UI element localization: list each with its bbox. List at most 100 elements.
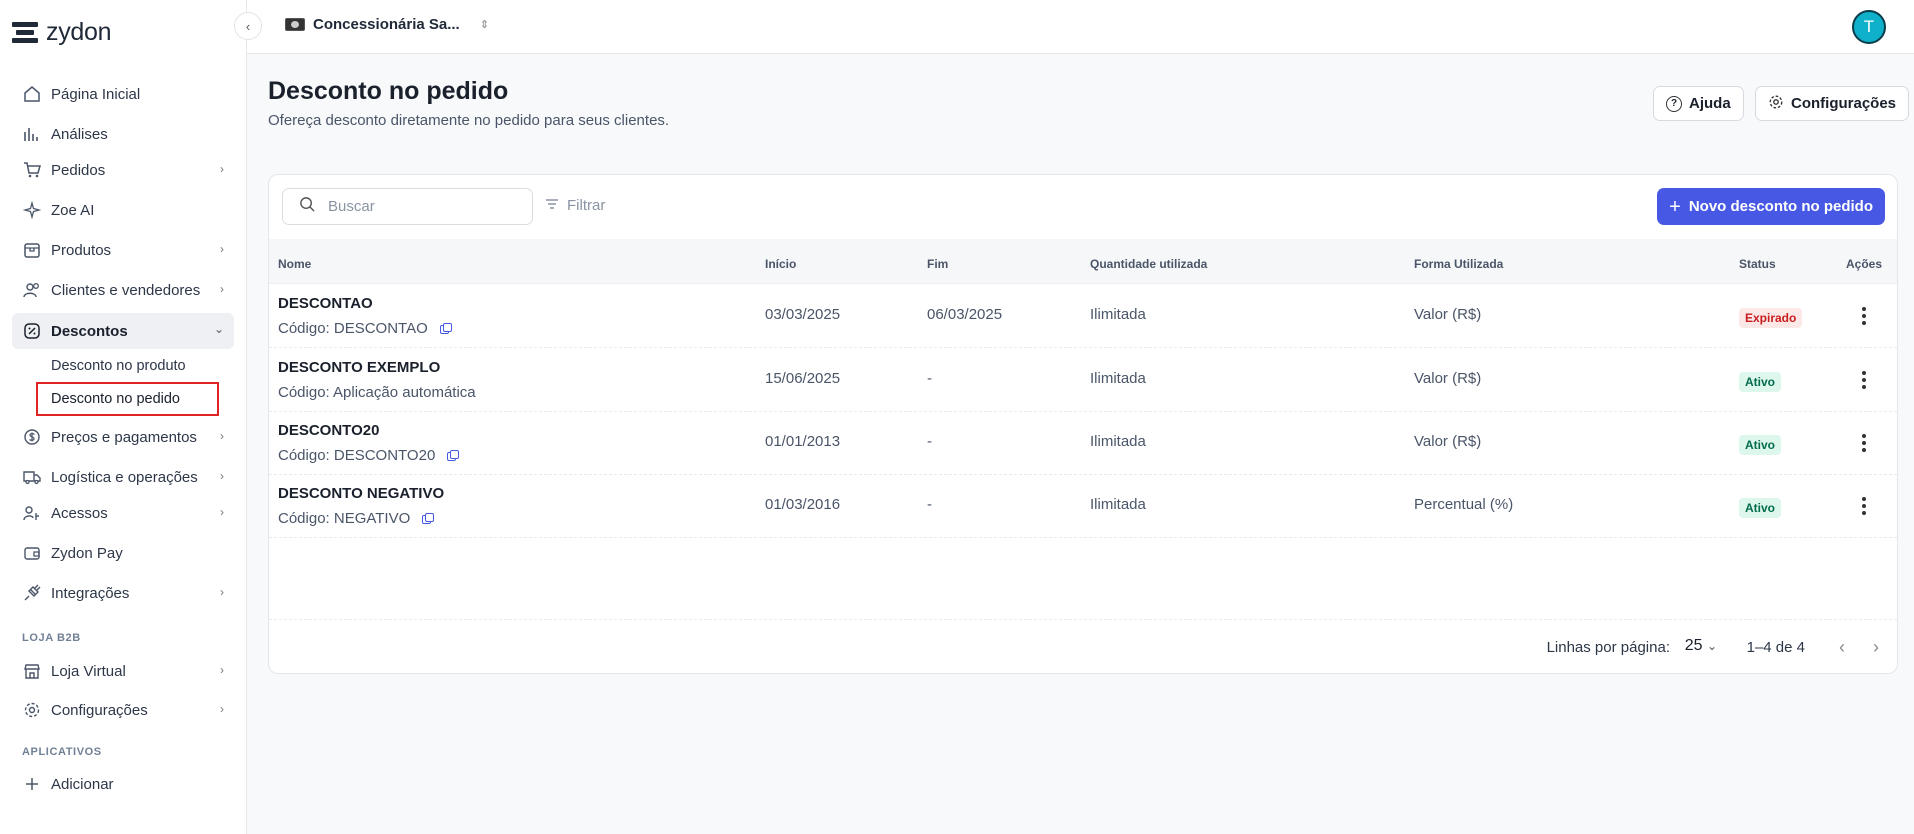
box-icon xyxy=(22,240,42,260)
discount-name: DESCONTO EXEMPLO xyxy=(278,359,441,376)
start-date: 01/01/2013 xyxy=(765,433,841,450)
sidebar-subitem-desconto-produto[interactable]: Desconto no produto xyxy=(51,358,186,374)
column-header-status[interactable]: Status xyxy=(1739,257,1776,271)
chevron-right-icon: › xyxy=(220,663,224,677)
column-header-quantidade[interactable]: Quantidade utilizada xyxy=(1090,257,1207,271)
sidebar-item-integracoes[interactable]: Integrações › xyxy=(12,576,234,610)
topbar: Concessionária Sa... ⇕ T xyxy=(247,0,1914,54)
sidebar-item-label: Integrações xyxy=(51,584,130,602)
table-row[interactable]: DESCONTO20 Código: DESCONTO20 01/01/2013… xyxy=(269,412,1897,475)
money-icon xyxy=(22,427,42,447)
chart-bars-icon xyxy=(22,124,42,144)
end-date: 06/03/2025 xyxy=(927,306,1003,323)
discount-code: Código: DESCONTO20 xyxy=(278,447,460,464)
search-icon xyxy=(299,196,316,218)
sidebar-item-label: Acessos xyxy=(51,504,108,522)
brand-name: zydon xyxy=(46,18,112,46)
copy-icon[interactable] xyxy=(447,450,460,461)
sidebar: zydon Página Inicial Análises Pedidos › … xyxy=(0,0,247,834)
discount-code: Código: NEGATIVO xyxy=(278,510,435,527)
column-header-fim[interactable]: Fim xyxy=(927,257,948,271)
table-row[interactable]: DESCONTO EXEMPLO Código: Aplicação autom… xyxy=(269,349,1897,412)
discount-icon xyxy=(22,321,42,341)
search-input[interactable] xyxy=(328,198,508,215)
prev-page-icon[interactable]: ‹ xyxy=(1839,637,1845,658)
form-used: Percentual (%) xyxy=(1414,496,1514,513)
discount-code: Código: DESCONTAO xyxy=(278,320,452,337)
search-box[interactable] xyxy=(282,188,533,225)
collapse-sidebar-button[interactable]: ‹ xyxy=(234,12,262,40)
users-icon xyxy=(22,280,42,300)
help-button[interactable]: ? Ajuda xyxy=(1653,86,1744,121)
chevron-right-icon: › xyxy=(220,469,224,483)
store-selector[interactable]: Concessionária Sa... ⇕ xyxy=(285,16,489,33)
section-label-aplicativos: APLICATIVOS xyxy=(22,746,102,758)
end-date: - xyxy=(927,370,932,387)
new-order-discount-button[interactable]: + Novo desconto no pedido xyxy=(1657,188,1885,225)
sidebar-item-clientes[interactable]: Clientes e vendedores › xyxy=(12,273,234,307)
sidebar-item-descontos[interactable]: Descontos ⌄ xyxy=(12,313,234,349)
sidebar-item-zydon-pay[interactable]: Zydon Pay xyxy=(12,536,234,570)
chevron-down-icon: ⌄ xyxy=(213,322,224,336)
sidebar-item-label: Zydon Pay xyxy=(51,544,123,562)
table-header: Nome Início Fim Quantidade utilizada For… xyxy=(269,239,1897,284)
filter-button[interactable]: Filtrar xyxy=(545,197,605,214)
sidebar-item-logistica[interactable]: Logística e operações › xyxy=(12,460,234,494)
more-actions-icon[interactable] xyxy=(1861,371,1867,389)
sidebar-item-zoe-ai[interactable]: Zoe AI xyxy=(12,193,234,227)
more-actions-icon[interactable] xyxy=(1861,434,1867,452)
sidebar-item-label: Produtos xyxy=(51,241,112,259)
sidebar-item-configuracoes[interactable]: Configurações › xyxy=(12,693,234,727)
start-date: 01/03/2016 xyxy=(765,496,841,513)
table-row[interactable]: DESCONTAO Código: DESCONTAO 03/03/2025 0… xyxy=(269,285,1897,348)
table-row[interactable]: DESCONTO NEGATIVO Código: NEGATIVO 01/03… xyxy=(269,475,1897,538)
column-header-acoes: Ações xyxy=(1846,257,1883,271)
more-actions-icon[interactable] xyxy=(1861,307,1867,325)
user-avatar[interactable]: T xyxy=(1852,10,1886,44)
avatar-initial: T xyxy=(1863,17,1875,36)
end-date: - xyxy=(927,433,932,450)
start-date: 15/06/2025 xyxy=(765,370,841,387)
column-header-nome[interactable]: Nome xyxy=(278,257,311,271)
quantity-used: Ilimitada xyxy=(1090,306,1146,323)
sidebar-item-label: Descontos xyxy=(51,322,128,340)
chevron-right-icon: › xyxy=(220,505,224,519)
sidebar-item-label: Pedidos xyxy=(51,161,106,179)
sidebar-item-label: Adicionar xyxy=(51,775,114,793)
chevron-right-icon: › xyxy=(220,162,224,176)
sidebar-subitem-desconto-pedido[interactable]: Desconto no pedido xyxy=(36,382,219,416)
sidebar-item-adicionar[interactable]: Adicionar xyxy=(12,767,234,801)
sidebar-item-label: Loja Virtual xyxy=(51,662,126,680)
sidebar-item-pagina-inicial[interactable]: Página Inicial xyxy=(12,77,234,111)
brand-logo[interactable]: zydon xyxy=(12,18,112,47)
start-date: 03/03/2025 xyxy=(765,306,841,323)
column-header-forma[interactable]: Forma Utilizada xyxy=(1414,257,1503,271)
store-flag-icon xyxy=(285,18,305,31)
rows-per-page-select[interactable]: 25 ⌄ xyxy=(1685,637,1717,655)
discount-table-card: Filtrar + Novo desconto no pedido Nome I… xyxy=(268,174,1898,674)
wallet-icon xyxy=(22,543,42,563)
sidebar-item-analises[interactable]: Análises xyxy=(12,117,234,151)
sidebar-item-produtos[interactable]: Produtos › xyxy=(12,233,234,267)
chevron-right-icon: › xyxy=(220,429,224,443)
quantity-used: Ilimitada xyxy=(1090,496,1146,513)
form-used: Valor (R$) xyxy=(1414,433,1482,450)
discount-code: Código: Aplicação automática xyxy=(278,384,476,401)
chevron-left-icon: ‹ xyxy=(245,18,251,34)
truck-icon xyxy=(22,467,42,487)
chevron-updown-icon: ⇕ xyxy=(479,19,489,31)
plug-icon xyxy=(22,583,42,603)
next-page-icon[interactable]: › xyxy=(1873,637,1879,658)
more-actions-icon[interactable] xyxy=(1861,497,1867,515)
discount-name: DESCONTO NEGATIVO xyxy=(278,485,445,502)
sidebar-item-precos[interactable]: Preços e pagamentos › xyxy=(12,420,234,454)
sidebar-item-acessos[interactable]: Acessos › xyxy=(12,496,234,530)
settings-label: Configurações xyxy=(1791,95,1897,112)
sidebar-item-pedidos[interactable]: Pedidos › xyxy=(12,153,234,187)
column-header-inicio[interactable]: Início xyxy=(765,257,796,271)
settings-button[interactable]: Configurações xyxy=(1755,86,1910,121)
sidebar-item-loja-virtual[interactable]: Loja Virtual › xyxy=(12,654,234,688)
copy-icon[interactable] xyxy=(422,513,435,524)
discount-name: DESCONTAO xyxy=(278,295,373,312)
copy-icon[interactable] xyxy=(439,323,452,334)
